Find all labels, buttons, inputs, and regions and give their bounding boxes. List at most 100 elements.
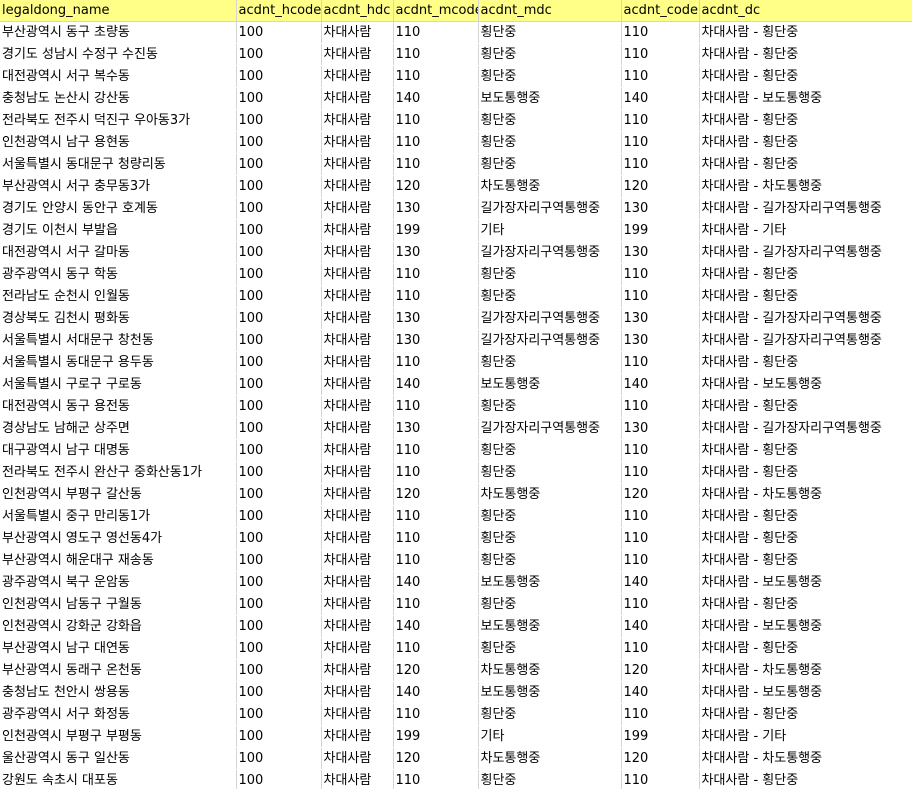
cell-acdnt-mcode[interactable]: 199: [393, 219, 479, 242]
cell-acdnt-mcode[interactable]: 110: [393, 549, 479, 572]
cell-acdnt-mdc[interactable]: 횡단중: [478, 153, 622, 176]
cell-acdnt-mcode[interactable]: 110: [393, 769, 479, 789]
cell-acdnt-code[interactable]: 110: [621, 21, 700, 44]
cell-acdnt-hcode[interactable]: 100: [236, 659, 322, 682]
cell-acdnt-code[interactable]: 130: [621, 307, 700, 330]
cell-acdnt-code[interactable]: 120: [621, 659, 700, 682]
cell-acdnt-hcode[interactable]: 100: [236, 681, 322, 704]
cell-legaldong-name[interactable]: 광주광역시 동구 학동: [0, 263, 237, 286]
cell-acdnt-mdc[interactable]: 횡단중: [478, 395, 622, 418]
cell-acdnt-hdc[interactable]: 차대사람: [321, 175, 394, 198]
cell-acdnt-mcode[interactable]: 110: [393, 153, 479, 176]
cell-acdnt-hcode[interactable]: 100: [236, 351, 322, 374]
cell-legaldong-name[interactable]: 인천광역시 강화군 강화읍: [0, 615, 237, 638]
cell-acdnt-code[interactable]: 140: [621, 87, 700, 110]
cell-acdnt-dc[interactable]: 차대사람 - 횡단중: [699, 109, 912, 132]
cell-legaldong-name[interactable]: 대전광역시 서구 복수동: [0, 65, 237, 88]
cell-acdnt-mdc[interactable]: 길가장자리구역통행중: [478, 417, 622, 440]
cell-acdnt-code[interactable]: 140: [621, 615, 700, 638]
cell-acdnt-code[interactable]: 110: [621, 505, 700, 528]
cell-acdnt-dc[interactable]: 차대사람 - 보도통행중: [699, 615, 912, 638]
cell-acdnt-mcode[interactable]: 130: [393, 197, 479, 220]
cell-acdnt-code[interactable]: 110: [621, 769, 700, 789]
cell-acdnt-mcode[interactable]: 110: [393, 43, 479, 66]
cell-acdnt-dc[interactable]: 차대사람 - 횡단중: [699, 549, 912, 572]
cell-acdnt-mcode[interactable]: 110: [393, 703, 479, 726]
cell-acdnt-dc[interactable]: 차대사람 - 차도통행중: [699, 659, 912, 682]
cell-acdnt-dc[interactable]: 차대사람 - 횡단중: [699, 505, 912, 528]
cell-acdnt-hdc[interactable]: 차대사람: [321, 395, 394, 418]
cell-legaldong-name[interactable]: 경상북도 김천시 평화동: [0, 307, 237, 330]
cell-acdnt-code[interactable]: 110: [621, 593, 700, 616]
cell-acdnt-hcode[interactable]: 100: [236, 329, 322, 352]
cell-acdnt-mdc[interactable]: 횡단중: [478, 593, 622, 616]
cell-acdnt-code[interactable]: 120: [621, 175, 700, 198]
cell-legaldong-name[interactable]: 경기도 안양시 동안구 호계동: [0, 197, 237, 220]
cell-acdnt-hcode[interactable]: 100: [236, 417, 322, 440]
cell-legaldong-name[interactable]: 부산광역시 동래구 온천동: [0, 659, 237, 682]
cell-acdnt-hcode[interactable]: 100: [236, 505, 322, 528]
cell-acdnt-mcode[interactable]: 110: [393, 131, 479, 154]
cell-acdnt-hcode[interactable]: 100: [236, 703, 322, 726]
cell-acdnt-hdc[interactable]: 차대사람: [321, 593, 394, 616]
cell-acdnt-mcode[interactable]: 130: [393, 307, 479, 330]
cell-acdnt-mcode[interactable]: 110: [393, 439, 479, 462]
cell-acdnt-mdc[interactable]: 횡단중: [478, 351, 622, 374]
cell-acdnt-mdc[interactable]: 보도통행중: [478, 615, 622, 638]
cell-acdnt-mcode[interactable]: 110: [393, 351, 479, 374]
cell-acdnt-code[interactable]: 130: [621, 241, 700, 264]
cell-acdnt-mcode[interactable]: 140: [393, 373, 479, 396]
cell-acdnt-hcode[interactable]: 100: [236, 197, 322, 220]
cell-acdnt-mcode[interactable]: 130: [393, 241, 479, 264]
cell-acdnt-dc[interactable]: 차대사람 - 횡단중: [699, 439, 912, 462]
cell-acdnt-mdc[interactable]: 횡단중: [478, 769, 622, 789]
cell-acdnt-dc[interactable]: 차대사람 - 보도통행중: [699, 373, 912, 396]
cell-legaldong-name[interactable]: 강원도 속초시 대포동: [0, 769, 237, 789]
cell-acdnt-mcode[interactable]: 120: [393, 483, 479, 506]
cell-acdnt-mcode[interactable]: 140: [393, 615, 479, 638]
cell-legaldong-name[interactable]: 전라북도 전주시 덕진구 우아동3가: [0, 109, 237, 132]
cell-acdnt-mdc[interactable]: 횡단중: [478, 505, 622, 528]
cell-acdnt-dc[interactable]: 차대사람 - 길가장자리구역통행중: [699, 197, 912, 220]
cell-acdnt-mdc[interactable]: 횡단중: [478, 131, 622, 154]
cell-acdnt-dc[interactable]: 차대사람 - 횡단중: [699, 65, 912, 88]
cell-legaldong-name[interactable]: 전라남도 순천시 인월동: [0, 285, 237, 308]
cell-acdnt-hcode[interactable]: 100: [236, 395, 322, 418]
cell-legaldong-name[interactable]: 서울특별시 구로구 구로동: [0, 373, 237, 396]
cell-acdnt-dc[interactable]: 차대사람 - 횡단중: [699, 395, 912, 418]
cell-acdnt-mdc[interactable]: 보도통행중: [478, 571, 622, 594]
cell-acdnt-mcode[interactable]: 110: [393, 65, 479, 88]
cell-acdnt-code[interactable]: 140: [621, 373, 700, 396]
cell-acdnt-dc[interactable]: 차대사람 - 길가장자리구역통행중: [699, 241, 912, 264]
column-header-acdnt-dc[interactable]: acdnt_dc: [699, 0, 912, 22]
cell-legaldong-name[interactable]: 대전광역시 서구 갈마동: [0, 241, 237, 264]
cell-legaldong-name[interactable]: 광주광역시 서구 화정동: [0, 703, 237, 726]
cell-acdnt-dc[interactable]: 차대사람 - 횡단중: [699, 527, 912, 550]
cell-acdnt-hdc[interactable]: 차대사람: [321, 65, 394, 88]
cell-acdnt-hcode[interactable]: 100: [236, 109, 322, 132]
cell-acdnt-mdc[interactable]: 횡단중: [478, 549, 622, 572]
cell-acdnt-mdc[interactable]: 차도통행중: [478, 483, 622, 506]
cell-acdnt-dc[interactable]: 차대사람 - 횡단중: [699, 153, 912, 176]
cell-acdnt-mcode[interactable]: 140: [393, 681, 479, 704]
cell-acdnt-code[interactable]: 110: [621, 527, 700, 550]
cell-acdnt-hdc[interactable]: 차대사람: [321, 769, 394, 789]
cell-acdnt-code[interactable]: 110: [621, 351, 700, 374]
cell-acdnt-mdc[interactable]: 길가장자리구역통행중: [478, 307, 622, 330]
cell-legaldong-name[interactable]: 광주광역시 북구 운암동: [0, 571, 237, 594]
cell-acdnt-mcode[interactable]: 130: [393, 417, 479, 440]
cell-legaldong-name[interactable]: 부산광역시 남구 대연동: [0, 637, 237, 660]
column-header-acdnt-hcode[interactable]: acdnt_hcode: [236, 0, 322, 22]
cell-legaldong-name[interactable]: 부산광역시 서구 충무동3가: [0, 175, 237, 198]
cell-acdnt-code[interactable]: 110: [621, 703, 700, 726]
cell-acdnt-mcode[interactable]: 110: [393, 461, 479, 484]
cell-acdnt-hcode[interactable]: 100: [236, 175, 322, 198]
cell-acdnt-hdc[interactable]: 차대사람: [321, 285, 394, 308]
cell-acdnt-mdc[interactable]: 횡단중: [478, 637, 622, 660]
cell-acdnt-hdc[interactable]: 차대사람: [321, 307, 394, 330]
cell-legaldong-name[interactable]: 부산광역시 영도구 영선동4가: [0, 527, 237, 550]
cell-acdnt-mcode[interactable]: 120: [393, 659, 479, 682]
cell-acdnt-mdc[interactable]: 차도통행중: [478, 659, 622, 682]
cell-legaldong-name[interactable]: 경기도 이천시 부발읍: [0, 219, 237, 242]
cell-acdnt-hdc[interactable]: 차대사람: [321, 703, 394, 726]
